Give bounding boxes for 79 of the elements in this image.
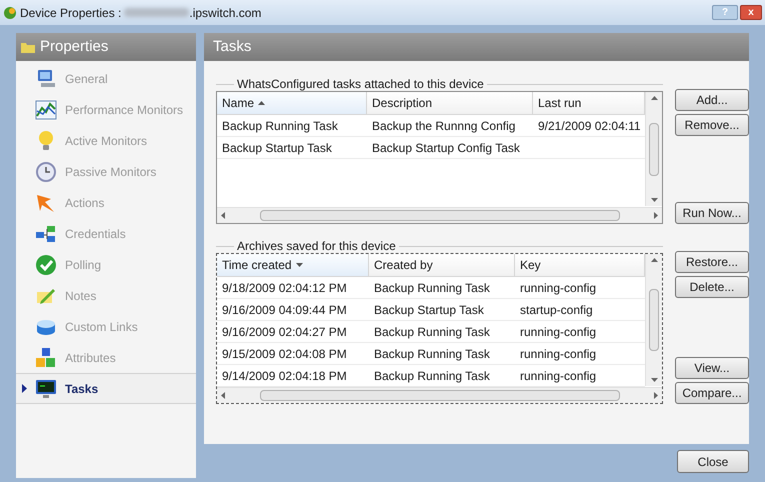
window-close-button[interactable]: x	[740, 5, 762, 20]
table-cell-text: 9/21/2009 02:04:11	[538, 118, 641, 134]
dialog-button[interactable]: Compare...	[675, 382, 749, 404]
column-header[interactable]: Time created	[217, 254, 369, 276]
sidebar-label: Actions	[65, 194, 104, 212]
dialog-button[interactable]: Restore...	[675, 251, 749, 273]
window-title: Device Properties :	[20, 4, 122, 22]
sidebar-item[interactable]: Tasks	[16, 373, 196, 404]
table-cell-text: 9/16/2009 04:09:44 PM	[222, 302, 347, 318]
table-cell-text: Backup Startup Task	[374, 302, 484, 318]
scroll-left-icon	[221, 392, 225, 399]
monitor-icon	[35, 378, 57, 400]
scroll-up-icon	[650, 258, 658, 262]
table-cell-text: running-config	[520, 324, 596, 340]
scroll-thumb[interactable]	[260, 390, 620, 401]
horizontal-scrollbar[interactable]	[217, 387, 662, 403]
scroll-left-icon	[221, 212, 225, 219]
selection-arrow-icon	[22, 384, 27, 393]
sidebar-label: General	[65, 70, 108, 88]
dialog-button[interactable]: Remove...	[675, 114, 749, 136]
table-cell-text: Backup Running Task	[374, 368, 490, 384]
computer-icon	[35, 68, 57, 90]
table-cell-text: 9/16/2009 02:04:27 PM	[222, 324, 347, 340]
blocks-icon	[35, 346, 57, 368]
column-header[interactable]: Last run	[533, 92, 645, 114]
app-icon	[3, 6, 17, 20]
scroll-down-icon	[650, 378, 658, 382]
panel-title: Tasks	[213, 36, 252, 57]
checkmark-icon	[35, 254, 57, 276]
group-label: WhatsConfigured tasks attached to this device	[236, 76, 485, 93]
table-cell-text: Backup the Runnng Config	[372, 118, 516, 134]
column-header[interactable]: Key	[515, 254, 645, 276]
scroll-up-icon	[650, 96, 658, 100]
table-cell-text: Backup Running Task	[374, 346, 490, 362]
window-title-host: .ipswitch.com	[189, 4, 262, 22]
sidebar-label: Tasks	[65, 380, 98, 398]
vertical-scrollbar[interactable]	[645, 92, 662, 206]
redacted-blur	[124, 8, 190, 17]
clock-icon	[35, 160, 57, 182]
table-cell-text: running-config	[520, 368, 596, 384]
dialog-button[interactable]: Close	[677, 450, 749, 473]
folder-icon	[21, 42, 35, 52]
scroll-down-icon	[650, 198, 658, 202]
sidebar-label: Attributes	[65, 350, 116, 366]
dialog-button[interactable]: Add...	[675, 89, 749, 111]
dialog-button[interactable]: Delete...	[675, 276, 749, 298]
sidebar-label: Polling	[65, 256, 102, 274]
scroll-thumb[interactable]	[649, 122, 659, 176]
sidebar-label: Active Monitors	[65, 132, 148, 150]
scroll-thumb[interactable]	[260, 210, 620, 221]
sidebar-label: Custom Links	[65, 318, 138, 336]
column-header[interactable]: Created by	[369, 254, 515, 276]
table-cell-text: running-config	[520, 280, 596, 296]
sidebar-label: Passive Monitors	[65, 164, 156, 180]
dialog-button[interactable]: Run Now...	[675, 202, 749, 224]
table-cell-text: Backup Running Task	[222, 118, 338, 134]
scroll-right-icon	[654, 392, 658, 399]
group-label: Archives saved for this device	[236, 238, 397, 255]
column-header[interactable]: Name	[217, 92, 367, 114]
chart-icon	[35, 98, 57, 120]
table-cell-text: Backup Startup Config Task	[372, 140, 520, 156]
column-header[interactable]: Description	[367, 92, 533, 114]
vertical-scrollbar[interactable]	[645, 254, 662, 386]
table-cell-text: 9/14/2009 02:04:18 PM	[222, 368, 347, 384]
scroll-thumb[interactable]	[649, 289, 659, 351]
sidebar-label: Performance Monitors	[65, 102, 184, 118]
dialog-button[interactable]: View...	[675, 357, 749, 379]
table-cell-text: running-config	[520, 346, 596, 362]
scroll-right-icon	[654, 212, 658, 219]
sidebar-label: Credentials	[65, 226, 126, 242]
table-cell-text: Backup Startup Task	[222, 140, 332, 156]
table-cell-text: 9/15/2009 02:04:08 PM	[222, 346, 347, 362]
horizontal-scrollbar[interactable]	[217, 207, 662, 223]
sidebar-label: Notes	[65, 288, 96, 304]
table-cell-text: 9/18/2009 02:04:12 PM	[222, 280, 347, 296]
table-cell-text: startup-config	[520, 302, 593, 318]
table-cell-text: Backup Running Task	[374, 324, 490, 340]
sidebar-title: Properties	[40, 36, 108, 57]
table-cell-text: Backup Running Task	[374, 280, 490, 296]
